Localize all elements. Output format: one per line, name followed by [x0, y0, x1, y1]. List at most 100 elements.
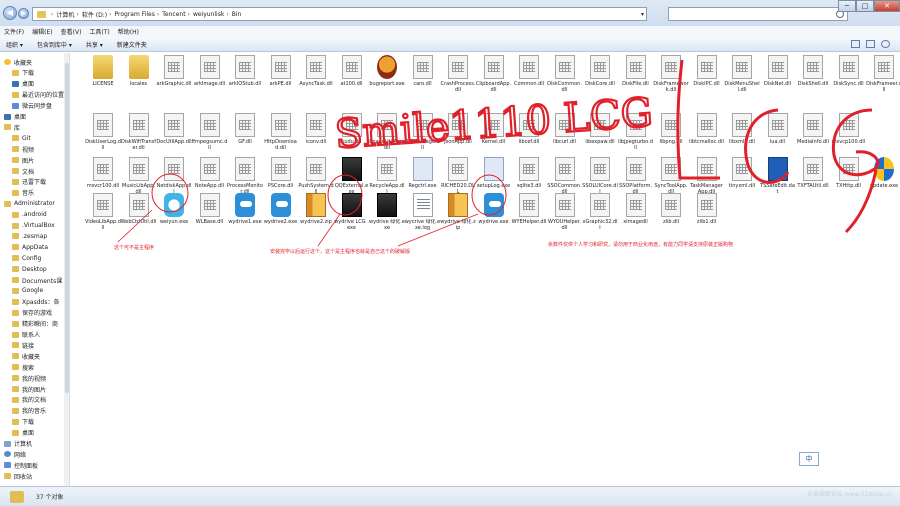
file-item[interactable]: IPCMessage.dll — [405, 113, 441, 157]
nav-scrollbar[interactable] — [64, 53, 69, 486]
file-item[interactable]: kudu.dll — [334, 113, 370, 157]
file-item[interactable]: DiskMenuShell.dll — [724, 55, 760, 99]
address-dropdown-icon[interactable]: ▾ — [641, 11, 644, 18]
nav-item[interactable]: Desktop — [12, 264, 47, 274]
file-item[interactable]: DiskShell.dll — [795, 55, 831, 99]
file-item[interactable]: GF.dll — [227, 113, 263, 157]
preview-pane-icon[interactable] — [866, 40, 875, 48]
file-item[interactable]: ClipboardApp.dll — [476, 55, 512, 99]
nav-item[interactable]: 桌面 — [4, 112, 26, 122]
file-item[interactable]: libcurl.dll — [547, 113, 583, 157]
file-item[interactable]: JsonApp.dll — [440, 113, 476, 157]
breadcrumb-computer[interactable]: 计算机 — [56, 10, 74, 19]
file-item[interactable]: DiskFile.dll — [618, 55, 654, 99]
file-item[interactable]: wydrive1.exe — [227, 193, 263, 237]
file-item[interactable]: WYEHelper.dll — [511, 193, 547, 237]
menu-help[interactable]: 帮助(H) — [118, 27, 139, 36]
breadcrumb-drive[interactable]: 软件 (D:) — [82, 10, 107, 19]
file-item[interactable]: wydrive LCG .exe — [334, 193, 370, 237]
file-item[interactable]: Kernel.dll — [476, 113, 512, 157]
nav-item[interactable]: 保存的游戏 — [12, 308, 52, 318]
nav-item[interactable]: Config — [12, 253, 41, 263]
nav-item[interactable]: 下载 — [12, 68, 34, 78]
file-item[interactable]: libxml2.dll — [724, 113, 760, 157]
nav-item[interactable]: Git — [12, 133, 31, 143]
file-item[interactable]: libpng.dll — [653, 113, 689, 157]
close-button[interactable]: ✕ — [874, 0, 900, 12]
file-item[interactable]: xImagedll — [618, 193, 654, 237]
nav-item[interactable]: 我的文档 — [12, 395, 46, 405]
nav-item[interactable]: 控制面板 — [4, 460, 38, 470]
file-item[interactable]: ImageUtilApp.dll — [369, 113, 405, 157]
help-icon[interactable] — [881, 40, 890, 48]
file-item[interactable]: wydrive2.zip — [298, 193, 334, 237]
file-item[interactable]: Common.dll — [511, 55, 547, 99]
file-item[interactable]: DiskFramework.dll — [653, 55, 689, 99]
nav-item[interactable]: 库 — [4, 122, 20, 132]
nav-item[interactable]: 我的音乐 — [12, 406, 46, 416]
file-item[interactable]: libcef.dll — [511, 113, 547, 157]
file-item[interactable]: zlib.dll — [653, 193, 689, 237]
nav-item[interactable]: 文档 — [12, 166, 34, 176]
nav-item[interactable]: 桌面 — [12, 79, 34, 89]
nav-item[interactable]: 联系人 — [12, 330, 40, 340]
file-item[interactable]: WebCtrlUtil.dll — [121, 193, 157, 237]
nav-item[interactable]: 回收站 — [4, 471, 32, 481]
nav-item[interactable]: Administrator — [4, 199, 55, 209]
file-item[interactable]: wydrive 绿化.zip — [440, 193, 476, 237]
nav-item[interactable]: .android — [12, 210, 47, 220]
file-item[interactable]: wydrive 绿化.exe — [369, 193, 405, 237]
file-item[interactable]: weiyun.exe — [156, 193, 192, 237]
file-item[interactable]: DiskSync.dll — [831, 55, 867, 99]
nav-item[interactable]: 桌面 — [12, 428, 34, 438]
nav-item[interactable]: 收藏夹 — [12, 351, 40, 361]
nav-scrollbar-thumb[interactable] — [65, 63, 69, 393]
include-in-library-button[interactable]: 包含到库中 ▾ — [37, 40, 72, 49]
file-item[interactable]: locales — [121, 55, 157, 99]
new-folder-button[interactable]: 新建文件夹 — [117, 40, 147, 49]
breadcrumb-bin[interactable]: Bin — [232, 11, 242, 18]
nav-item[interactable]: .VirtualBox — [12, 221, 55, 231]
file-item[interactable]: DiskWifiTransfer.dll — [121, 113, 157, 157]
view-options-icon[interactable] — [851, 40, 860, 48]
file-item[interactable]: tinyxml.dll — [724, 157, 760, 201]
file-item[interactable]: iconv.dll — [298, 113, 334, 157]
maximize-button[interactable]: □ — [856, 0, 874, 12]
menu-tools[interactable]: 工具(T) — [89, 27, 109, 36]
nav-item[interactable]: 下载 — [12, 417, 34, 427]
file-item[interactable]: wycrive 绿化.exe.log — [405, 193, 441, 237]
address-bar[interactable]: › 计算机 › 软件 (D:) › Program Files › Tencen… — [32, 7, 647, 21]
share-button[interactable]: 共享 ▾ — [86, 40, 103, 49]
file-item[interactable]: caro.dll — [405, 55, 441, 99]
file-item[interactable]: ffmpegsumc.dll — [192, 113, 228, 157]
nav-item[interactable]: 网络 — [4, 449, 26, 459]
file-item[interactable]: WLBase.dll — [192, 193, 228, 237]
back-button[interactable]: ◀ — [3, 6, 17, 20]
minimize-button[interactable]: ─ — [838, 0, 856, 12]
file-item[interactable]: wydrive2.exe — [263, 193, 299, 237]
file-item[interactable]: libtcmalloc.dll — [689, 113, 725, 157]
forward-button[interactable]: ▶ — [18, 8, 29, 19]
nav-item[interactable]: 我的视频 — [12, 373, 46, 383]
file-item[interactable]: TXFTAUtil.dll — [795, 157, 831, 201]
file-item[interactable]: CrashProcess.dll — [440, 55, 476, 99]
file-item[interactable]: DiskUserLog.dll — [85, 113, 121, 157]
nav-item[interactable]: 收藏夹 — [4, 57, 32, 67]
nav-item[interactable]: Xpasdds：各 — [12, 297, 59, 307]
file-item[interactable]: zlib1.dll — [689, 193, 725, 237]
nav-item[interactable]: 链接 — [12, 340, 34, 350]
file-item[interactable]: HttpDownload.dll — [263, 113, 299, 157]
nav-item[interactable]: 微云同步盘 — [12, 101, 52, 111]
file-item[interactable]: wydrive.exe — [476, 193, 512, 237]
nav-item[interactable]: 搜索 — [12, 362, 34, 372]
file-item[interactable]: TSSafeEdit.dat — [760, 157, 796, 201]
file-item[interactable]: update.exe — [866, 157, 900, 201]
file-item[interactable]: bugreport.exe — [369, 55, 405, 99]
file-item[interactable]: AsyncTask.dll — [298, 55, 334, 99]
file-item[interactable]: DiskCore.dll — [582, 55, 618, 99]
file-item[interactable]: lua.dll — [760, 113, 796, 157]
nav-item[interactable]: 精彩瞬间：商 — [12, 319, 58, 329]
breadcrumb-weiyunlisk[interactable]: weiyunlisk — [193, 11, 224, 18]
file-item[interactable]: xGraphic32.dll — [582, 193, 618, 237]
nav-item[interactable]: 图片 — [12, 155, 34, 165]
